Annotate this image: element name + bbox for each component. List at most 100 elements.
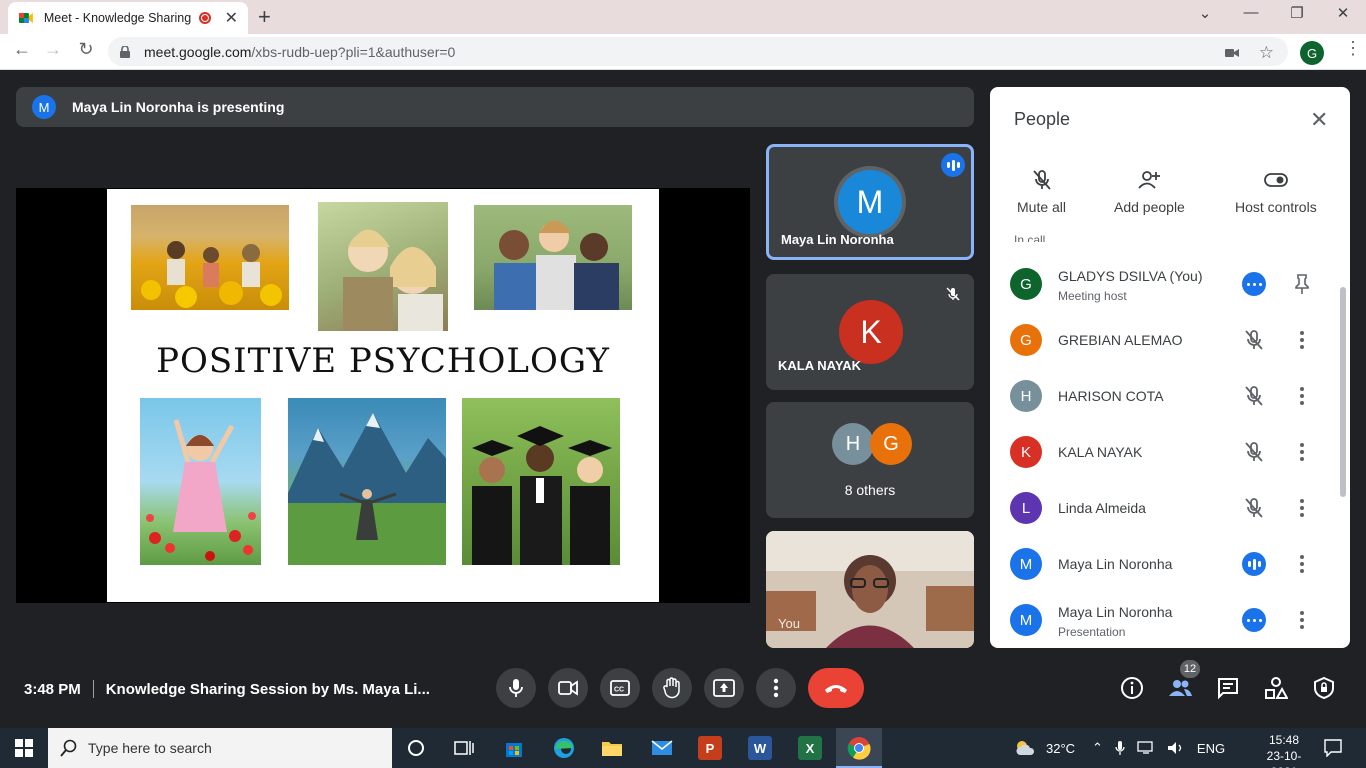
edge-icon[interactable] (552, 736, 576, 760)
participant-row: G GLADYS DSILVA (You) Meeting host (990, 256, 1336, 312)
tile-self-view[interactable]: You (766, 531, 974, 648)
store-icon[interactable] (502, 736, 526, 760)
chrome-taskbar-button[interactable] (836, 728, 882, 768)
url-path: /xbs-rudb-uep?pli=1&authuser=0 (251, 43, 456, 60)
participant-row: G GREBIAN ALEMAO (990, 312, 1336, 368)
presentation-slide: POSITIVE PSYCHOLOGY (107, 189, 659, 602)
mute-all-label: Mute all (1017, 199, 1067, 215)
participant-more-icon[interactable] (1290, 329, 1314, 351)
restore-button[interactable]: ❐ (1274, 4, 1320, 22)
participant-more-icon[interactable] (1290, 385, 1314, 407)
people-scrollbar[interactable] (1340, 287, 1346, 497)
presentation-stage: POSITIVE PSYCHOLOGY (16, 188, 750, 603)
presenter-tile-avatar: M (838, 170, 902, 234)
svg-text:CC: CC (614, 687, 624, 694)
volume-icon[interactable] (1167, 741, 1185, 755)
file-explorer-icon[interactable] (600, 736, 624, 760)
raise-hand-button[interactable] (652, 668, 692, 708)
forward-button[interactable]: → (40, 39, 66, 60)
tab-title: Meet - Knowledge Sharing S (43, 11, 193, 25)
people-icon[interactable] (1168, 676, 1192, 700)
presenting-text: Maya Lin Noronha is presenting (72, 99, 285, 115)
add-people-button[interactable]: Add people (1114, 169, 1185, 215)
address-bar[interactable]: meet.google.com/xbs-rudb-uep?pli=1&authu… (108, 37, 1288, 66)
task-view-icon[interactable] (452, 736, 476, 760)
muted-mic-icon[interactable] (1242, 384, 1266, 408)
profile-avatar[interactable]: G (1300, 41, 1324, 65)
mail-icon[interactable] (650, 736, 674, 760)
participant-avatar: H (1010, 380, 1042, 412)
host-controls-button[interactable]: Host controls (1235, 169, 1317, 215)
cortana-icon[interactable] (404, 736, 428, 760)
camera-in-use-icon[interactable] (1224, 47, 1239, 59)
mute-all-button[interactable]: Mute all (1017, 169, 1066, 215)
recording-indicator-icon (198, 12, 211, 24)
muted-mic-icon[interactable] (1242, 496, 1266, 520)
participant-more-icon[interactable] (1290, 441, 1314, 463)
toggle-icon (1263, 173, 1288, 187)
tab-search-chevron-icon[interactable]: ⌄ (1182, 4, 1228, 22)
more-options-button[interactable] (756, 668, 796, 708)
tray-mic-icon[interactable] (1115, 740, 1125, 756)
slide-photo-mountain-meadow (288, 398, 446, 565)
slide-photo-mother-daughter (318, 202, 448, 331)
captions-button[interactable]: CC (600, 668, 640, 708)
mute-all-icon (1032, 170, 1051, 190)
start-button[interactable] (0, 728, 48, 768)
windows-logo-icon (15, 739, 33, 757)
windows-taskbar: Type here to search P W X 32°C ⌃ ENG 15:… (0, 728, 1366, 768)
word-icon[interactable]: W (748, 736, 772, 760)
people-panel-title: People (1014, 109, 1071, 129)
bookmark-star-icon[interactable]: ☆ (1259, 43, 1274, 63)
minimize-button[interactable]: — (1228, 4, 1274, 21)
slide-photo-sunflowers (131, 205, 289, 310)
meeting-info: 3:48 PM Knowledge Sharing Session by Ms.… (24, 680, 430, 698)
participant-more-icon[interactable] (1290, 497, 1314, 519)
speaking-dots-icon (1242, 608, 1266, 632)
powerpoint-icon[interactable]: P (698, 736, 722, 760)
muted-mic-icon[interactable] (1242, 440, 1266, 464)
notification-center-icon[interactable] (1324, 739, 1342, 757)
host-controls-shield-icon[interactable] (1312, 676, 1336, 700)
participant-name: HARISON COTA (1058, 388, 1164, 404)
people-panel: People ✕ Mute all Add people Host contro… (990, 87, 1350, 648)
tab-close-icon[interactable]: ✕ (225, 8, 238, 28)
tile-kala-nayak[interactable]: K KALA NAYAK (766, 274, 974, 390)
participant-more-icon[interactable] (1290, 609, 1314, 631)
participant-name: Maya Lin Noronha (1058, 604, 1173, 620)
microphone-button[interactable] (496, 668, 536, 708)
chrome-menu-icon[interactable]: ⋮ (1344, 38, 1362, 59)
participant-more-icon[interactable] (1290, 553, 1314, 575)
participant-avatar: G (1010, 268, 1042, 300)
weather-widget[interactable]: 32°C (1014, 728, 1075, 768)
tray-chevron-icon[interactable]: ⌃ (1092, 740, 1103, 756)
close-window-button[interactable]: ✕ (1320, 4, 1366, 22)
others-avatar-g: G (870, 423, 912, 465)
activities-icon[interactable] (1264, 676, 1288, 700)
camera-button[interactable] (548, 668, 588, 708)
present-now-button[interactable] (704, 668, 744, 708)
meet-favicon-icon (18, 13, 33, 23)
leave-call-button[interactable] (808, 668, 864, 708)
meeting-details-icon[interactable] (1120, 676, 1144, 700)
network-icon[interactable] (1137, 741, 1155, 755)
tile-others[interactable]: H G 8 others (766, 402, 974, 518)
slide-photo-girl-flowers (140, 398, 261, 565)
back-button[interactable]: ← (9, 39, 35, 60)
new-tab-button[interactable]: + (258, 4, 271, 30)
close-people-panel-icon[interactable]: ✕ (1310, 107, 1328, 133)
chat-icon[interactable] (1216, 676, 1240, 700)
muted-mic-icon[interactable] (1242, 328, 1266, 352)
in-call-section-label: In call (1014, 233, 1046, 242)
language-indicator[interactable]: ENG (1197, 741, 1225, 756)
tile-presenter[interactable]: M Maya Lin Noronha (766, 144, 974, 260)
chrome-icon (847, 737, 871, 760)
excel-icon[interactable]: X (798, 736, 822, 760)
participant-row: M Maya Lin Noronha (990, 536, 1336, 592)
taskbar-clock[interactable]: 15:48 23-10-2021 (1254, 732, 1314, 768)
taskbar-search[interactable]: Type here to search (48, 728, 392, 768)
slide-title: POSITIVE PSYCHOLOGY (156, 341, 610, 381)
reload-button[interactable]: ↻ (73, 39, 99, 60)
browser-tab-meet[interactable]: Meet - Knowledge Sharing S ✕ (8, 2, 248, 34)
pin-icon[interactable] (1293, 273, 1311, 295)
